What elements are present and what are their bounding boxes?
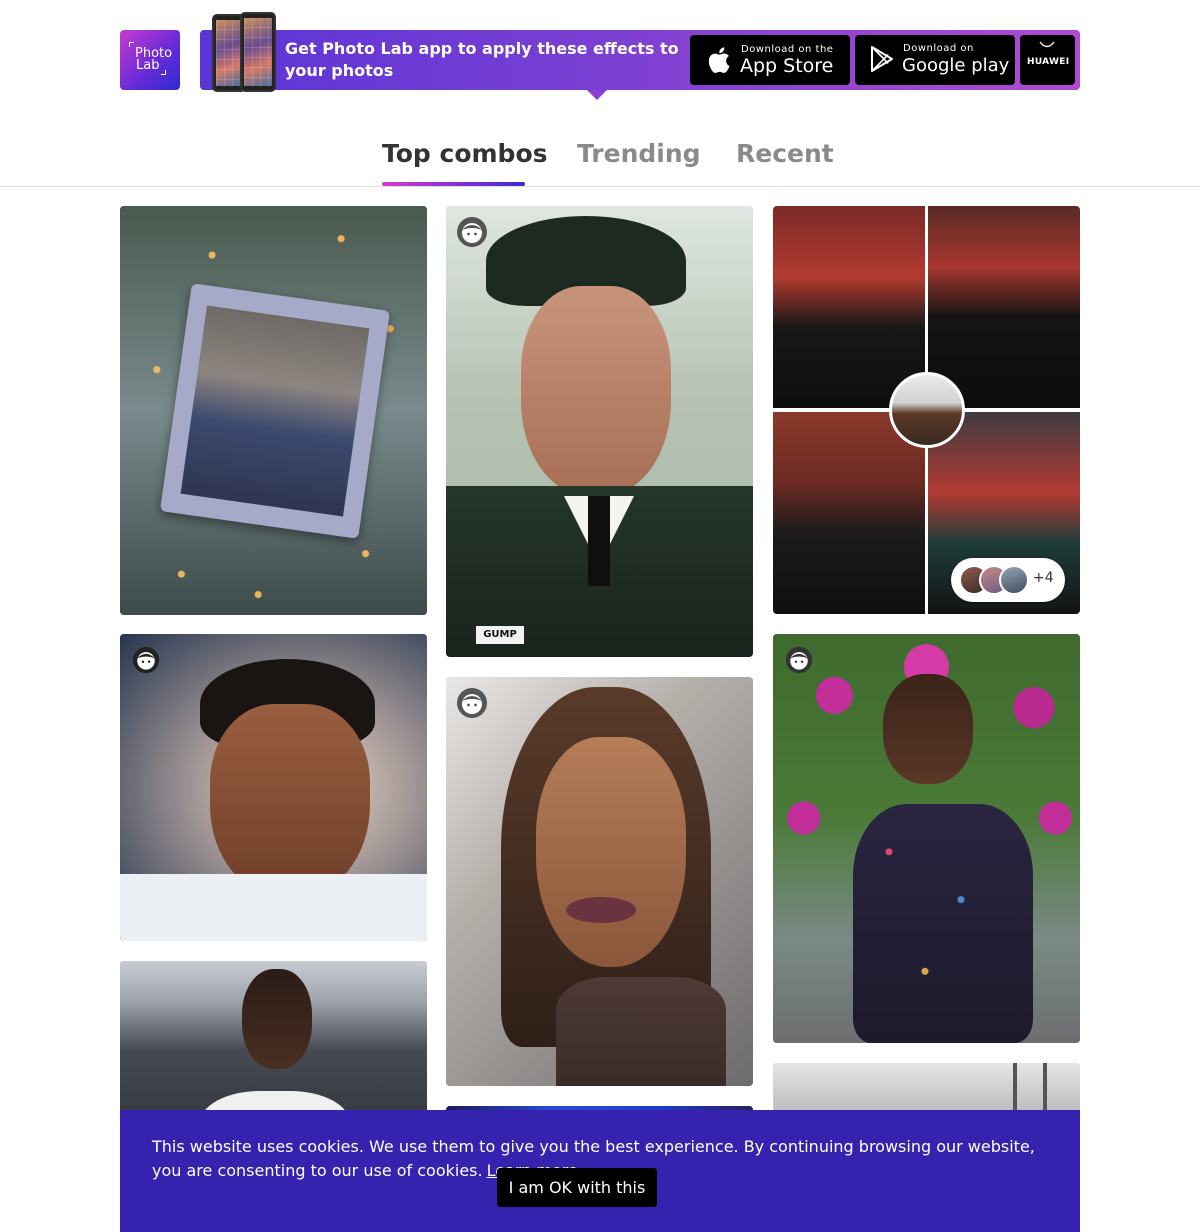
- face-icon: [132, 646, 160, 674]
- face-icon: [785, 646, 813, 674]
- accept-cookies-button[interactable]: I am OK with this: [497, 1168, 657, 1207]
- active-tab-indicator: [382, 182, 525, 186]
- collage-photo: [773, 206, 925, 408]
- sweater: [556, 977, 726, 1086]
- promo-text: Get Photo Lab app to apply these effects…: [285, 39, 679, 80]
- white-shirt: [120, 874, 427, 941]
- collage-photo: [773, 412, 925, 614]
- photo-lab-logo[interactable]: Photo Lab: [120, 30, 180, 90]
- google-play-icon: [871, 46, 893, 72]
- combo-card[interactable]: GUMP: [446, 206, 753, 657]
- huawei-appgallery-button[interactable]: HUAWEI: [1020, 35, 1075, 85]
- face: [883, 674, 973, 784]
- apple-icon: [708, 47, 730, 73]
- face: [242, 969, 312, 1069]
- google-play-caption: Download on: [903, 43, 974, 54]
- collage-photo: [928, 206, 1080, 408]
- result-thumbnail: [999, 565, 1029, 595]
- painted-face: [536, 737, 686, 967]
- face-icon: [457, 688, 487, 718]
- feed-tabs: Top combos Trending Recent: [0, 130, 1200, 187]
- couple-photo: [180, 305, 370, 517]
- combo-card[interactable]: +4: [773, 206, 1080, 614]
- cookie-banner: This website uses cookies. We use them t…: [120, 1110, 1080, 1232]
- painted-face: [210, 704, 370, 899]
- combo-card[interactable]: [120, 206, 427, 615]
- combo-card[interactable]: [120, 634, 427, 941]
- phone-mockup-image: [240, 12, 276, 92]
- combo-card[interactable]: [446, 677, 753, 1086]
- app-store-caption: Download on the: [741, 44, 834, 55]
- logo-corner: [161, 70, 166, 75]
- logo-corner: [129, 42, 134, 47]
- tab-recent[interactable]: Recent: [736, 139, 834, 168]
- combo-card[interactable]: [773, 634, 1080, 1043]
- source-photo-avatar: [889, 372, 965, 448]
- name-tag: GUMP: [476, 626, 524, 644]
- app-store-label: App Store: [740, 55, 834, 77]
- huawei-label: HUAWEI: [1027, 57, 1070, 67]
- face-icon: [457, 217, 487, 247]
- tie: [588, 496, 610, 586]
- logo-line2: Lab: [136, 58, 160, 73]
- tab-trending[interactable]: Trending: [577, 139, 701, 168]
- google-play-label: Google play: [902, 55, 1010, 76]
- more-count: +4: [1033, 570, 1054, 586]
- soldier-face: [521, 286, 671, 496]
- tab-top-combos[interactable]: Top combos: [382, 139, 548, 168]
- huawei-icon: [1039, 41, 1055, 48]
- google-play-button[interactable]: Download on Google play: [855, 35, 1015, 85]
- photo-frame: [159, 283, 391, 539]
- sequin-dress: [853, 804, 1033, 1043]
- more-results-pill[interactable]: +4: [951, 558, 1065, 602]
- promo-pointer: [587, 90, 607, 100]
- lips: [566, 897, 636, 923]
- app-store-button[interactable]: Download on the App Store: [690, 35, 850, 85]
